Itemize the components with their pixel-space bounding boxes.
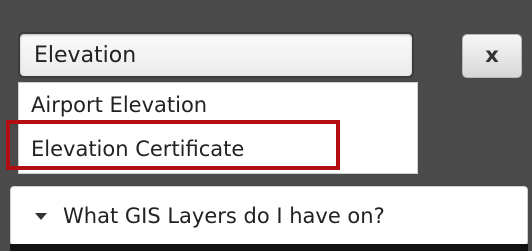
search-input[interactable] [18, 32, 414, 78]
suggestion-airport-elevation[interactable]: Airport Elevation [19, 83, 417, 127]
suggestion-elevation-certificate[interactable]: Elevation Certificate [19, 127, 417, 171]
caret-down-icon [35, 213, 47, 220]
search-panel: x Airport Elevation Elevation Certificat… [0, 0, 532, 251]
clear-search-button[interactable]: x [462, 34, 522, 78]
accordion-content-edge [10, 244, 528, 251]
accordion-gis-layers[interactable]: What GIS Layers do I have on? [10, 186, 528, 246]
accordion-label: What GIS Layers do I have on? [63, 204, 385, 228]
suggestion-list: Airport Elevation Elevation Certificate [18, 82, 418, 174]
